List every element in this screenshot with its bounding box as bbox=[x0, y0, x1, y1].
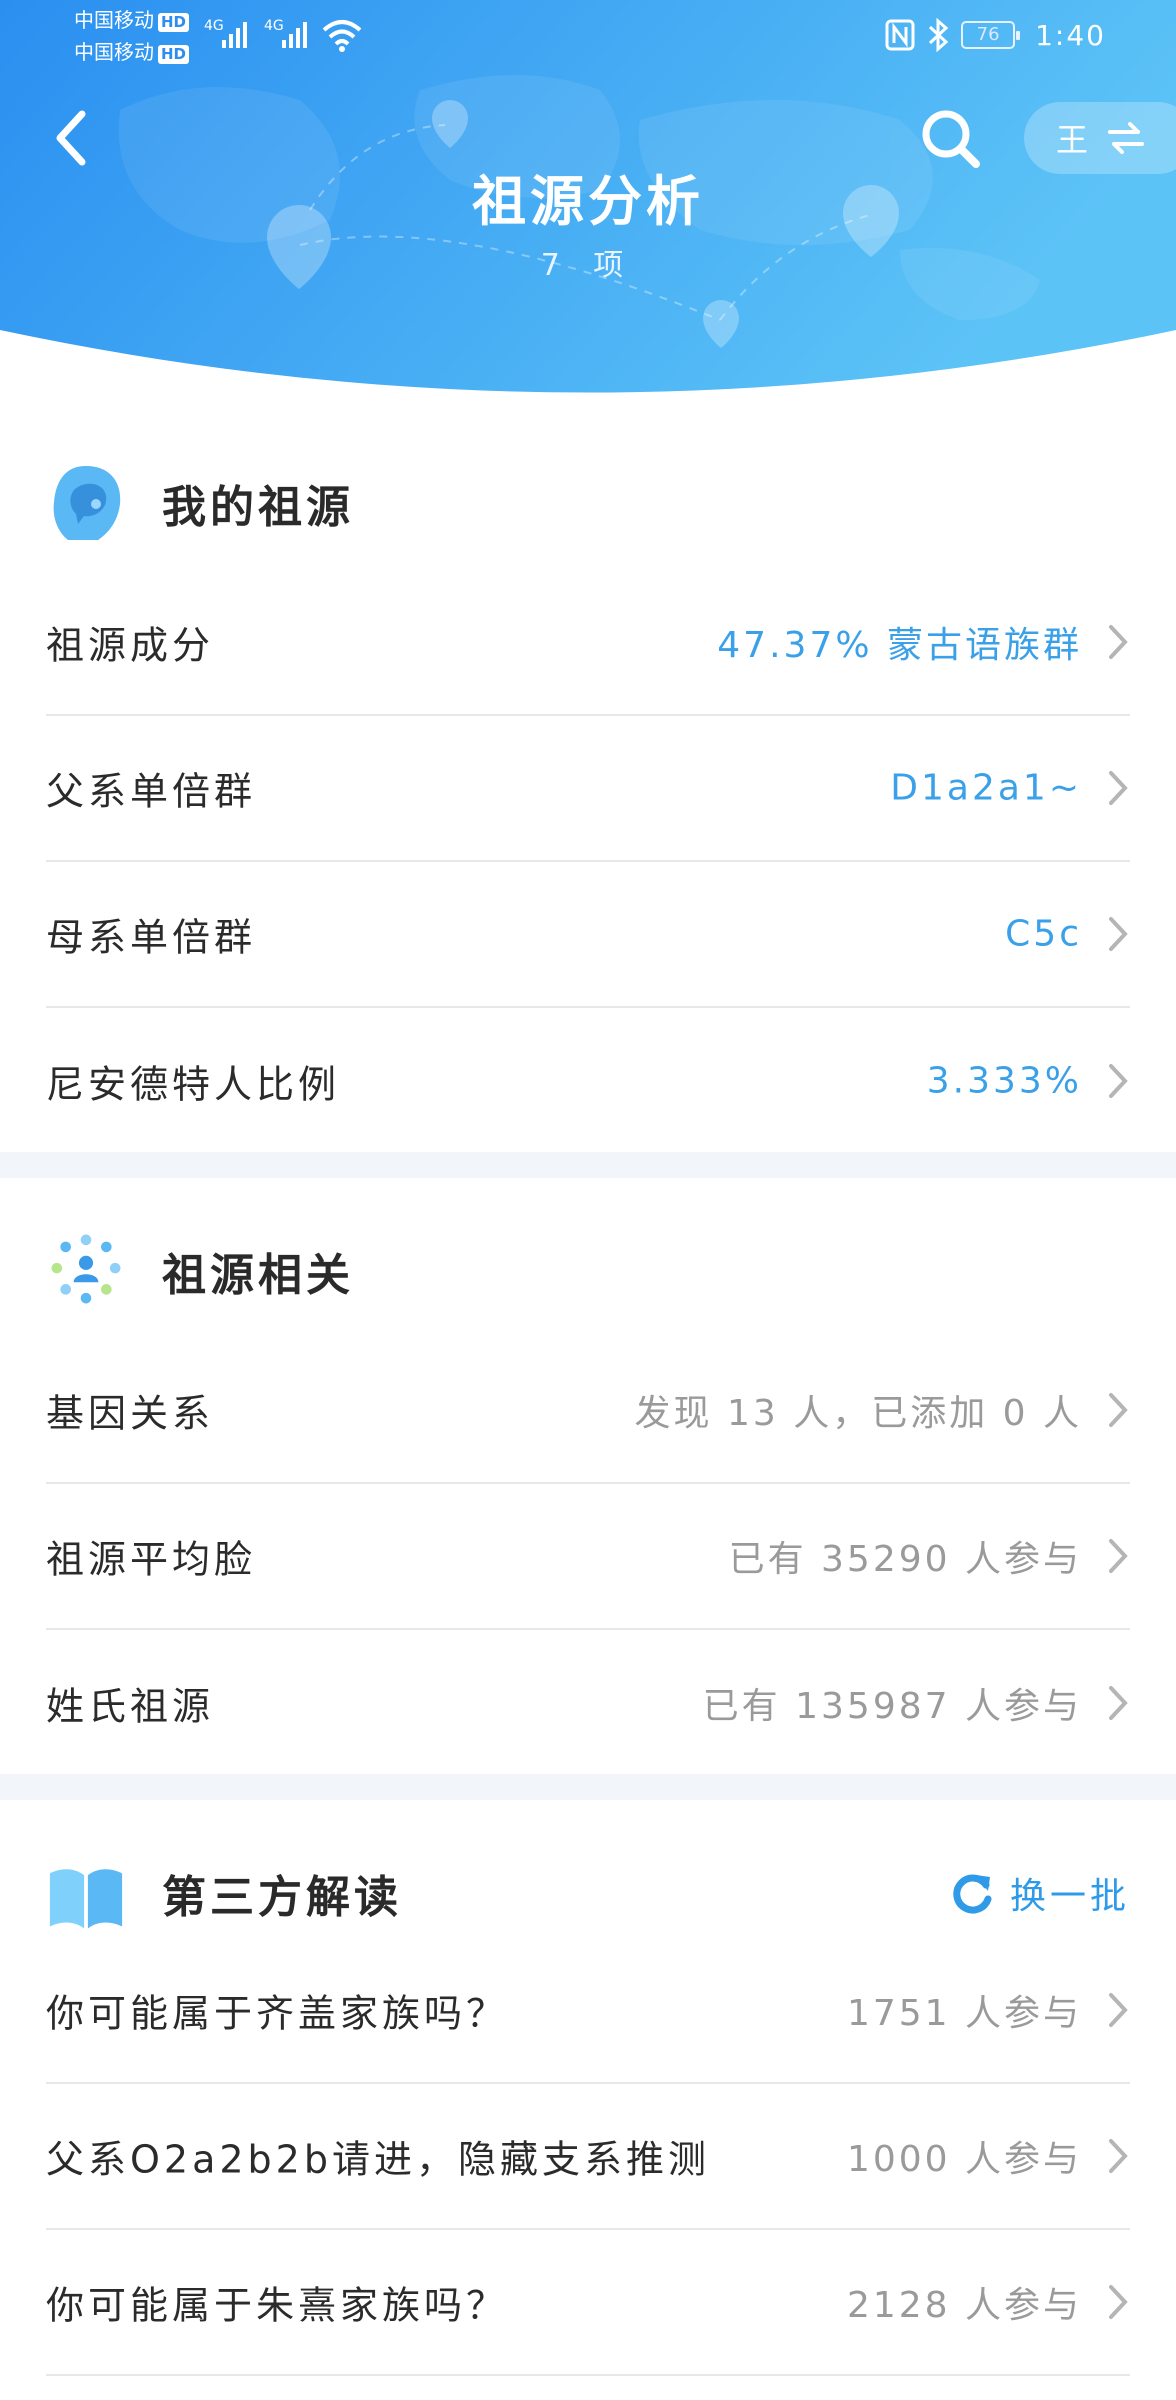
row-value: 1000 人参与 bbox=[846, 2139, 1082, 2180]
wifi-icon bbox=[322, 20, 362, 52]
row-surname-ancestry[interactable]: 姓氏祖源 已有 135987 人参与 bbox=[46, 1630, 1130, 1776]
row-label: 父系O2a2b2b请进，隐藏支系推测 bbox=[46, 2137, 710, 2182]
chevron-right-icon bbox=[1109, 1393, 1128, 1427]
network-type-2: 4G bbox=[264, 18, 284, 34]
row-value: 47.37% 蒙古语族群 bbox=[717, 625, 1082, 666]
row-third-party-1[interactable]: 你可能属于齐盖家族吗？ 1751 人参与 bbox=[46, 1938, 1130, 2084]
profile-switch-button[interactable]: 王 bbox=[1024, 102, 1176, 174]
hd-badge: HD bbox=[158, 45, 190, 64]
swap-icon bbox=[1108, 122, 1145, 154]
row-label: 母系单倍群 bbox=[46, 915, 257, 960]
section-divider bbox=[0, 1774, 1176, 1800]
bluetooth-icon bbox=[929, 18, 949, 52]
ancestry-related-header: 祖源相关 bbox=[0, 1196, 1176, 1346]
clock: 1:40 bbox=[1035, 18, 1106, 52]
chevron-right-icon bbox=[1109, 1539, 1128, 1573]
chevron-right-icon bbox=[1109, 917, 1128, 951]
ancestry-head-icon bbox=[53, 466, 121, 540]
row-third-party-3[interactable]: 你可能属于朱熹家族吗？ 2128 人参与 bbox=[46, 2230, 1130, 2376]
row-genetic-relations[interactable]: 基因关系 发现 13 人，已添加 0 人 bbox=[46, 1338, 1130, 1484]
section-title: 祖源相关 bbox=[162, 1250, 354, 1301]
row-neanderthal-ratio[interactable]: 尼安德特人比例 3.333% bbox=[46, 1008, 1130, 1154]
refresh-batch-button[interactable]: 换一批 bbox=[950, 1867, 1130, 1919]
row-average-face[interactable]: 祖源平均脸 已有 35290 人参与 bbox=[46, 1484, 1130, 1630]
row-maternal-haplogroup[interactable]: 母系单倍群 C5c bbox=[46, 862, 1130, 1008]
row-value: 已有 35290 人参与 bbox=[728, 1539, 1082, 1580]
carrier-2: 中国移动 HD bbox=[74, 40, 190, 64]
section-title: 第三方解读 bbox=[162, 1872, 402, 1923]
hd-badge: HD bbox=[158, 13, 190, 32]
row-value: 3.333% bbox=[926, 1060, 1082, 1102]
profile-name: 王 bbox=[1056, 121, 1089, 159]
row-value: C5c bbox=[1005, 913, 1082, 955]
row-value: 已有 135987 人参与 bbox=[702, 1686, 1082, 1727]
row-value: 1751 人参与 bbox=[846, 1993, 1082, 2034]
section-divider bbox=[0, 1152, 1176, 1178]
signal-2-icon bbox=[282, 22, 307, 48]
signal-1-icon bbox=[222, 22, 247, 48]
chevron-right-icon bbox=[1109, 2285, 1128, 2319]
row-label: 尼安德特人比例 bbox=[46, 1062, 341, 1107]
row-third-party-2[interactable]: 父系O2a2b2b请进，隐藏支系推测 1000 人参与 bbox=[46, 2084, 1130, 2230]
book-icon bbox=[49, 1869, 123, 1929]
header: 中国移动 HD 中国移动 HD 4G 4G 76 1:40 祖源分析 7 项 王 bbox=[0, 0, 1176, 420]
my-ancestry-header: 我的祖源 bbox=[0, 428, 1176, 578]
status-right: 76 1:40 bbox=[885, 18, 1106, 52]
chevron-right-icon bbox=[1109, 625, 1128, 659]
row-value: 2128 人参与 bbox=[846, 2285, 1082, 2326]
refresh-icon bbox=[953, 1874, 992, 1914]
chevron-right-icon bbox=[1109, 1686, 1128, 1720]
row-label: 你可能属于朱熹家族吗？ bbox=[46, 2283, 509, 2328]
carrier-1-name: 中国移动 bbox=[74, 8, 154, 32]
people-network-icon bbox=[51, 1234, 121, 1304]
row-label: 父系单倍群 bbox=[46, 769, 257, 814]
chevron-right-icon bbox=[1109, 771, 1128, 805]
row-label: 祖源平均脸 bbox=[46, 1537, 257, 1582]
chevron-right-icon bbox=[1109, 1064, 1128, 1098]
search-icon[interactable] bbox=[918, 106, 982, 170]
battery-indicator: 76 bbox=[961, 21, 1021, 49]
row-ancestry-composition[interactable]: 祖源成分 47.37% 蒙古语族群 bbox=[46, 570, 1130, 716]
page-title: 祖源分析 bbox=[472, 170, 704, 233]
row-label: 姓氏祖源 bbox=[46, 1684, 215, 1729]
chevron-right-icon bbox=[1109, 1993, 1128, 2027]
nfc-icon bbox=[885, 19, 915, 51]
row-value: D1a2a1~ bbox=[890, 767, 1082, 809]
section-title: 我的祖源 bbox=[162, 482, 354, 533]
network-type-1: 4G bbox=[204, 18, 224, 34]
row-paternal-haplogroup[interactable]: 父系单倍群 D1a2a1~ bbox=[46, 716, 1130, 862]
item-count: 7 项 bbox=[540, 248, 636, 283]
refresh-label: 换一批 bbox=[1009, 1876, 1130, 1917]
carrier-1: 中国移动 HD bbox=[74, 8, 190, 32]
chevron-right-icon bbox=[1109, 2139, 1128, 2173]
row-value: 发现 13 人，已添加 0 人 bbox=[634, 1393, 1082, 1434]
carrier-2-name: 中国移动 bbox=[74, 40, 154, 64]
row-label: 你可能属于齐盖家族吗？ bbox=[46, 1991, 509, 2036]
status-bar: 中国移动 HD 中国移动 HD 4G 4G 76 1:40 bbox=[0, 0, 1176, 80]
row-label: 祖源成分 bbox=[46, 623, 215, 668]
row-label: 基因关系 bbox=[46, 1391, 215, 1436]
